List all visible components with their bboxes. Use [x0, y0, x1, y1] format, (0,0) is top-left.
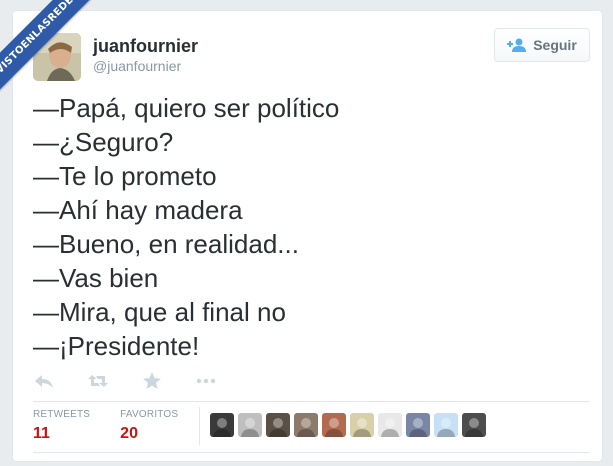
add-user-icon — [507, 38, 527, 52]
tweet-line: —Papá, quiero ser político — [33, 93, 340, 123]
more-icon[interactable] — [195, 371, 217, 391]
follow-button-label: Seguir — [533, 37, 577, 53]
tweet-text: —Papá, quiero ser político —¿Seguro? —Te… — [33, 91, 339, 363]
favoriter-avatar-4[interactable] — [294, 413, 318, 437]
favoriter-avatar-9[interactable] — [434, 413, 458, 437]
tweet-stats: RETWEETS 11 FAVORITOS 20 — [33, 409, 178, 443]
retweets-stat[interactable]: RETWEETS 11 — [33, 409, 90, 443]
favorites-count: 20 — [120, 425, 138, 442]
user-handle[interactable]: @juanfournier — [93, 58, 181, 74]
favorites-label: FAVORITOS — [120, 409, 179, 420]
tweet-line: —Ahí hay madera — [33, 195, 243, 225]
retweet-icon[interactable] — [87, 371, 109, 391]
tweet-card: juanfournier @juanfournier Seguir —Papá,… — [12, 10, 603, 462]
divider — [33, 401, 590, 402]
tweet-actions — [33, 371, 217, 391]
favoriter-avatar-1[interactable] — [210, 413, 234, 437]
follow-button[interactable]: Seguir — [494, 28, 590, 62]
favoriter-avatar-7[interactable] — [378, 413, 402, 437]
favoriter-avatar-5[interactable] — [322, 413, 346, 437]
favorite-icon[interactable] — [141, 371, 163, 391]
tweet-line: —¡Presidente! — [33, 331, 200, 361]
favoriter-avatar-10[interactable] — [462, 413, 486, 437]
stats-separator — [199, 407, 200, 445]
tweet-line: —Bueno, en realidad... — [33, 229, 299, 259]
favoriter-avatar-3[interactable] — [266, 413, 290, 437]
favorites-stat[interactable]: FAVORITOS 20 — [120, 409, 178, 443]
favoriter-avatar-8[interactable] — [406, 413, 430, 437]
divider — [33, 452, 590, 453]
tweet-line: —Te lo prometo — [33, 161, 217, 191]
favoriter-avatar-6[interactable] — [350, 413, 374, 437]
tweet-line: —Vas bien — [33, 263, 159, 293]
retweets-count: 11 — [33, 425, 50, 442]
user-display-name[interactable]: juanfournier — [93, 36, 198, 57]
retweets-label: RETWEETS — [33, 409, 91, 420]
favoriter-avatar-2[interactable] — [238, 413, 262, 437]
reply-icon[interactable] — [33, 371, 55, 391]
tweet-line: —Mira, que al final no — [33, 297, 286, 327]
tweet-line: —¿Seguro? — [33, 127, 174, 157]
favoriters-list — [210, 413, 486, 437]
